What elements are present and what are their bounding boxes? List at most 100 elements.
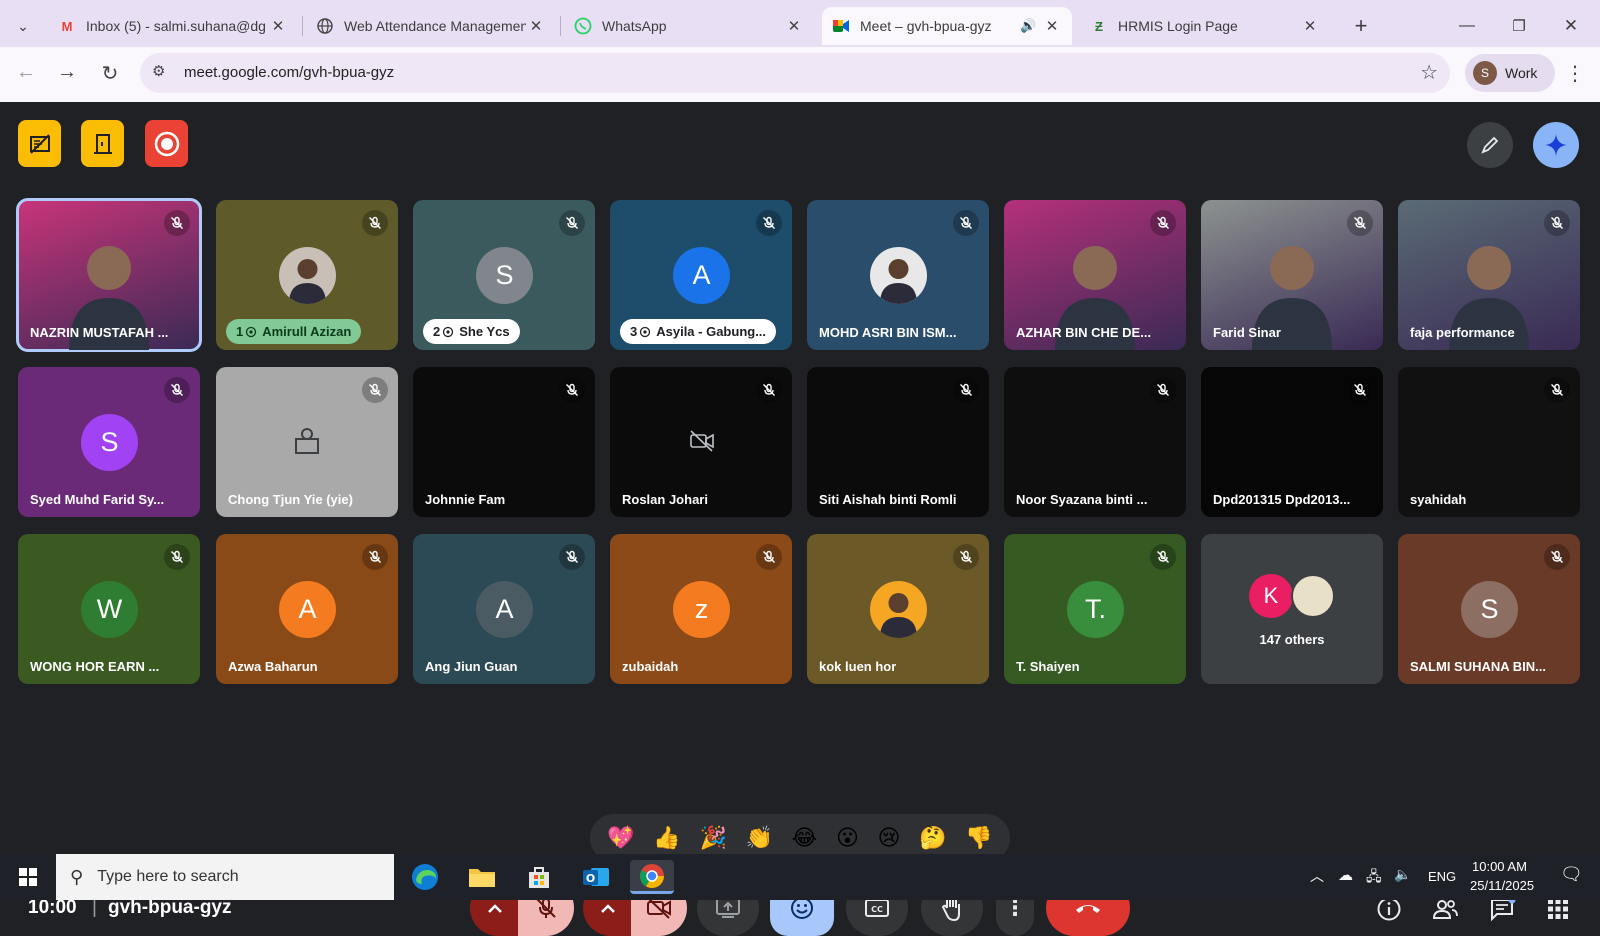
- mic-off-icon: [1150, 377, 1176, 403]
- participant-tile[interactable]: W WONG HOR EARN ...: [18, 534, 200, 684]
- clock-divider: |: [92, 897, 97, 918]
- bookmark-star-icon[interactable]: ☆: [1420, 60, 1438, 85]
- participant-tile[interactable]: T. T. Shaiyen: [1004, 534, 1186, 684]
- avatar: K: [1249, 574, 1293, 618]
- participant-tile[interactable]: A Azwa Baharun: [216, 534, 398, 684]
- mic-off-icon: [362, 210, 388, 236]
- mic-off-icon: [1544, 377, 1570, 403]
- restore-button[interactable]: ❐: [1504, 7, 1534, 45]
- chevron-up-icon: [601, 904, 615, 913]
- tab-meet[interactable]: Meet – gvh-bpua-gyz 🔊 ✕: [822, 7, 1072, 45]
- profile-chip[interactable]: S Work: [1465, 54, 1555, 92]
- participant-tile[interactable]: A 3 Asyila - Gabung...: [610, 200, 792, 350]
- reaction-emoji[interactable]: 😂: [792, 825, 818, 851]
- door-tool-button[interactable]: [81, 120, 124, 167]
- reaction-emoji[interactable]: 👏: [746, 825, 773, 851]
- mic-off-icon: [953, 377, 979, 403]
- participant-tile[interactable]: Johnnie Fam: [413, 367, 595, 517]
- speaker-icon[interactable]: 🔊: [1020, 18, 1042, 34]
- participant-tile[interactable]: Noor Syazana binti ...: [1004, 367, 1186, 517]
- tab-search-button[interactable]: ⌄: [8, 7, 38, 45]
- close-icon[interactable]: ✕: [268, 17, 288, 35]
- edge-icon: [412, 864, 438, 890]
- window-close-button[interactable]: ✕: [1556, 7, 1586, 45]
- site-settings-icon[interactable]: ⚙: [152, 62, 165, 80]
- network-icon[interactable]: 🖧: [1366, 866, 1382, 890]
- back-button[interactable]: ←: [12, 61, 40, 84]
- participant-tile[interactable]: Chong Tjun Yie (yie): [216, 367, 398, 517]
- mic-off-icon: [1347, 377, 1373, 403]
- participant-tile[interactable]: A Ang Jiun Guan: [413, 534, 595, 684]
- file-explorer-app[interactable]: [460, 860, 504, 894]
- reaction-emoji[interactable]: 🤔: [919, 825, 946, 851]
- chrome-app[interactable]: [630, 860, 674, 894]
- close-icon[interactable]: ✕: [1300, 17, 1320, 35]
- close-icon[interactable]: ✕: [784, 17, 804, 35]
- sparkle-icon: [1545, 134, 1567, 156]
- tab-hrmis[interactable]: Ƶ HRMIS Login Page ✕: [1080, 7, 1330, 45]
- edge-app[interactable]: [403, 860, 447, 894]
- participant-tile[interactable]: faja performance: [1398, 200, 1580, 350]
- taskbar-search-box[interactable]: ⚲ Type here to search: [56, 854, 394, 900]
- record-icon: [154, 131, 179, 156]
- notifications-icon[interactable]: 🗨: [1560, 864, 1583, 885]
- participant-tile[interactable]: S SALMI SUHANA BIN...: [1398, 534, 1580, 684]
- participant-tile[interactable]: Dpd201315 Dpd2013...: [1201, 367, 1383, 517]
- reaction-emoji[interactable]: 💖: [607, 825, 634, 851]
- start-button[interactable]: [4, 860, 52, 894]
- onedrive-icon[interactable]: ☁: [1338, 866, 1353, 884]
- participant-tile[interactable]: Siti Aishah binti Romli: [807, 367, 989, 517]
- meeting-code: gvh-bpua-gyz: [108, 897, 232, 918]
- tab-whatsapp[interactable]: WhatsApp ✕: [564, 7, 814, 45]
- participant-tile[interactable]: 1 Amirull Azizan: [216, 200, 398, 350]
- pin-order-icon: [245, 326, 257, 338]
- close-icon[interactable]: ✕: [1042, 17, 1062, 35]
- tab-inbox[interactable]: M Inbox (5) - salmi.suhana@dg ✕: [48, 7, 298, 45]
- participant-tile[interactable]: K 147 others: [1201, 534, 1383, 684]
- participant-tile[interactable]: S Syed Muhd Farid Sy...: [18, 367, 200, 517]
- tab-web-attendance[interactable]: Web Attendance Management ✕: [306, 7, 556, 45]
- reaction-emoji[interactable]: 🎉: [699, 825, 726, 851]
- reaction-emoji[interactable]: 😮: [836, 825, 859, 851]
- minimize-button[interactable]: —: [1452, 7, 1482, 45]
- taskbar-date[interactable]: 25/11/2025: [1470, 878, 1534, 893]
- mic-off-icon: [756, 210, 782, 236]
- blur-tool-button[interactable]: [18, 120, 61, 167]
- participant-tile[interactable]: kok luen hor: [807, 534, 989, 684]
- reaction-emoji[interactable]: 👎: [965, 825, 992, 851]
- meet-stage: NAZRIN MUSTAFAH ... 1 Amirull Azizan S 2 She …: [0, 102, 1600, 936]
- participant-tile[interactable]: z zubaidah: [610, 534, 792, 684]
- annotate-button[interactable]: [1467, 122, 1513, 168]
- forward-button[interactable]: →: [53, 61, 81, 84]
- close-icon[interactable]: ✕: [526, 17, 546, 35]
- search-icon: ⚲: [70, 866, 84, 887]
- volume-icon[interactable]: 🔈: [1394, 866, 1411, 883]
- search-placeholder: Type here to search: [97, 868, 239, 885]
- reaction-emoji[interactable]: 👍: [653, 825, 680, 851]
- recording-button[interactable]: [145, 120, 188, 167]
- participant-tile[interactable]: NAZRIN MUSTAFAH ...: [16, 198, 202, 352]
- taskbar-time[interactable]: 10:00 AM: [1472, 859, 1527, 874]
- mic-off-icon: [164, 210, 190, 236]
- participant-tile[interactable]: syahidah: [1398, 367, 1580, 517]
- participant-tile[interactable]: S 2 She Ycs: [413, 200, 595, 350]
- reload-button[interactable]: ↻: [96, 61, 124, 86]
- participant-name: Farid Sinar: [1213, 325, 1281, 340]
- chevron-up-icon[interactable]: ︿: [1310, 866, 1324, 886]
- browser-toolbar: ← → ↻ ⚙ meet.google.com/gvh-bpua-gyz ☆ S…: [0, 47, 1600, 102]
- apps-grid-icon: [1548, 899, 1568, 919]
- participant-tile[interactable]: MOHD ASRI BIN ISM...: [807, 200, 989, 350]
- new-tab-button[interactable]: +: [1346, 7, 1376, 45]
- outlook-app[interactable]: O: [574, 860, 618, 894]
- browser-menu-icon[interactable]: ⋮: [1565, 61, 1585, 86]
- participant-name: syahidah: [1410, 492, 1467, 507]
- participant-tile[interactable]: Farid Sinar: [1201, 200, 1383, 350]
- address-bar[interactable]: ⚙ meet.google.com/gvh-bpua-gyz ☆: [140, 53, 1450, 93]
- gemini-button[interactable]: [1533, 122, 1579, 168]
- reaction-emoji[interactable]: 😢: [878, 825, 901, 851]
- language-indicator[interactable]: ENG: [1428, 869, 1456, 884]
- participant-tile[interactable]: AZHAR BIN CHE DE...: [1004, 200, 1186, 350]
- participant-tile[interactable]: Roslan Johari: [610, 367, 792, 517]
- door-icon: [93, 133, 112, 154]
- store-app[interactable]: [517, 860, 561, 894]
